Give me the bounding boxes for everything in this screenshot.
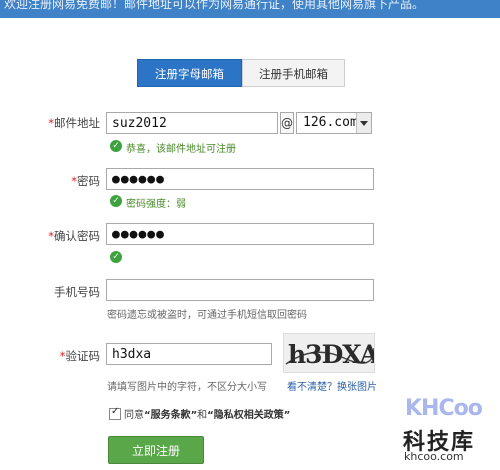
privacy-link[interactable]: “隐私权相关政策” [207,410,290,421]
register-button[interactable]: 立即注册 [108,436,204,464]
terms-link[interactable]: “服务条款” [144,410,197,421]
phone-label: 手机号码 [54,285,100,299]
email-domain-value: 126.com [303,115,358,130]
agree-checkbox[interactable] [109,406,121,420]
email-ok-message: 恭喜，该邮件地址可注册 [126,144,236,155]
email-domain-select[interactable]: 126.com [296,112,372,134]
password-label: *密码 [71,174,100,188]
welcome-banner-text: 欢迎注册网易免费邮！邮件地址可以作为网易通行证，使用其他网易旗下产品。 [4,0,425,11]
check-icon: ✓ [110,251,122,263]
check-icon: ✓ [110,140,122,152]
captcha-input[interactable]: h3dxa [106,343,272,365]
confirm-password-input[interactable]: ●●●●●● [106,223,374,245]
email-input[interactable]: suz2012 [106,112,278,134]
at-sign: @ [280,112,294,134]
captcha-image[interactable]: h3DXA [283,333,381,373]
welcome-banner: 欢迎注册网易免费邮！邮件地址可以作为网易通行证，使用其他网易旗下产品。 [0,0,500,18]
tab-letter-mailbox[interactable]: 注册字母邮箱 [137,59,242,87]
chevron-down-icon[interactable] [356,113,371,133]
captcha-image-text: h3DXA [288,340,374,369]
check-icon: ✓ [110,195,122,207]
captcha-label: *验证码 [59,349,100,363]
phone-hint: 密码遗忘或被盗时，可通过手机短信取回密码 [107,310,307,321]
captcha-graphic: h3DXA [285,340,381,369]
agreement-text: 同意“服务条款”和“隐私权相关政策” [124,410,291,421]
watermark-url: khcoo.com [404,450,464,463]
password-input[interactable]: ●●●●●● [106,168,374,190]
password-strength-message: 密码强度：弱 [126,199,186,210]
phone-input[interactable] [106,279,374,301]
captcha-hint: 请填写图片中的字符，不区分大小写 [107,382,267,393]
confirm-password-label: *确认密码 [48,229,100,243]
email-label: *邮件地址 [48,116,100,130]
refresh-captcha-link[interactable]: 看不清楚？换张图片 [287,378,377,393]
tab-phone-mailbox[interactable]: 注册手机邮箱 [242,59,345,87]
khcoo-watermark: KHCoo 科技库 khcoo.com [395,392,495,467]
watermark-brand: KHCoo [405,396,483,421]
